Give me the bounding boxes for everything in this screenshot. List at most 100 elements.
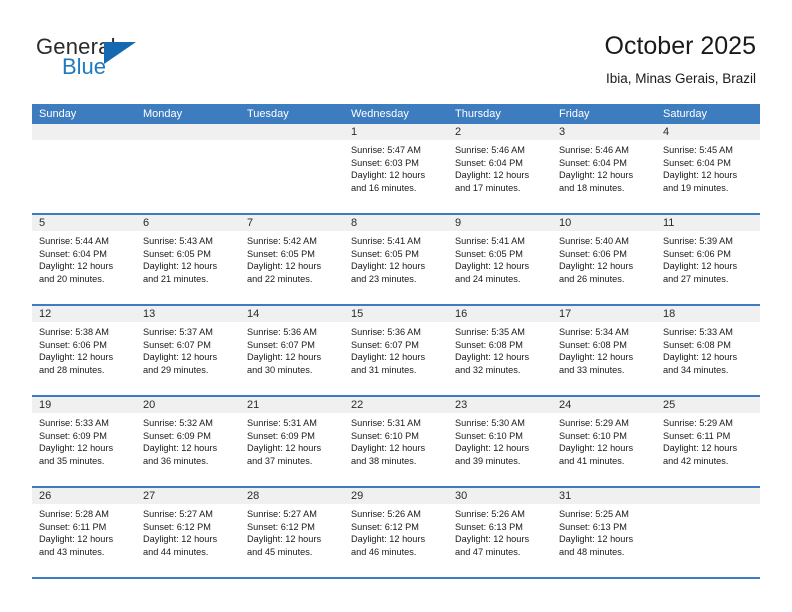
day-details: Sunrise: 5:27 AM Sunset: 6:12 PM Daylight:… [240, 504, 344, 558]
calendar-day-cell[interactable]: 26 Sunrise: 5:28 AM Sunset: 6:11 PM Dayligh… [32, 488, 136, 577]
daylight-duration-line1: Daylight: 12 hours [455, 534, 530, 545]
calendar-day-cell[interactable]: 2 Sunrise: 5:46 AM Sunset: 6:04 PM Daylight… [448, 124, 552, 213]
day-number: 12 [32, 306, 136, 322]
day-number: 7 [240, 215, 344, 231]
calendar-day-cell[interactable]: 14 Sunrise: 5:36 AM Sunset: 6:07 PM Dayligh… [240, 306, 344, 395]
daylight-duration-line2: and 28 minutes. [39, 364, 105, 375]
day-number: 20 [136, 397, 240, 413]
sunrise-time: Sunrise: 5:40 AM [559, 236, 629, 246]
calendar-day-cell[interactable]: 6 Sunrise: 5:43 AM Sunset: 6:05 PM Daylight… [136, 215, 240, 304]
sunset-time: Sunset: 6:05 PM [247, 248, 315, 259]
calendar-day-cell[interactable]: 1 Sunrise: 5:47 AM Sunset: 6:03 PM Daylight… [344, 124, 448, 213]
day-number: 28 [240, 488, 344, 504]
day-details: Sunrise: 5:46 AM Sunset: 6:04 PM Daylight:… [552, 140, 656, 194]
sunset-time: Sunset: 6:09 PM [39, 430, 107, 441]
daylight-duration-line1: Daylight: 12 hours [351, 261, 426, 272]
calendar-day-cell[interactable]: 16 Sunrise: 5:35 AM Sunset: 6:08 PM Dayligh… [448, 306, 552, 395]
calendar-day-cell[interactable]: 4 Sunrise: 5:45 AM Sunset: 6:04 PM Daylight… [656, 124, 760, 213]
daylight-duration-line1: Daylight: 12 hours [559, 534, 634, 545]
daylight-duration-line1: Daylight: 12 hours [663, 352, 738, 363]
calendar-cell-empty [656, 488, 760, 577]
daylight-duration-line1: Daylight: 12 hours [39, 443, 114, 454]
calendar-day-cell[interactable]: 17 Sunrise: 5:34 AM Sunset: 6:08 PM Dayligh… [552, 306, 656, 395]
day-details [656, 504, 760, 508]
daylight-duration-line1: Daylight: 12 hours [247, 443, 322, 454]
calendar-day-cell[interactable]: 21 Sunrise: 5:31 AM Sunset: 6:09 PM Dayligh… [240, 397, 344, 486]
calendar-day-cell[interactable]: 30 Sunrise: 5:26 AM Sunset: 6:13 PM Dayligh… [448, 488, 552, 577]
calendar-day-cell[interactable]: 25 Sunrise: 5:29 AM Sunset: 6:11 PM Dayligh… [656, 397, 760, 486]
day-number: 10 [552, 215, 656, 231]
calendar-day-cell[interactable]: 23 Sunrise: 5:30 AM Sunset: 6:10 PM Dayligh… [448, 397, 552, 486]
calendar-day-cell[interactable]: 18 Sunrise: 5:33 AM Sunset: 6:08 PM Dayligh… [656, 306, 760, 395]
calendar-week-row: 19 Sunrise: 5:33 AM Sunset: 6:09 PM Dayligh… [32, 397, 760, 488]
calendar-day-cell[interactable]: 5 Sunrise: 5:44 AM Sunset: 6:04 PM Daylight… [32, 215, 136, 304]
daylight-duration-line1: Daylight: 12 hours [559, 352, 634, 363]
sunrise-time: Sunrise: 5:29 AM [663, 418, 733, 428]
sunset-time: Sunset: 6:09 PM [247, 430, 315, 441]
sunrise-time: Sunrise: 5:30 AM [455, 418, 525, 428]
daylight-duration-line1: Daylight: 12 hours [143, 534, 218, 545]
daylight-duration-line1: Daylight: 12 hours [143, 443, 218, 454]
calendar-day-cell[interactable]: 15 Sunrise: 5:36 AM Sunset: 6:07 PM Dayligh… [344, 306, 448, 395]
daylight-duration-line2: and 33 minutes. [559, 364, 625, 375]
sunset-time: Sunset: 6:08 PM [455, 339, 523, 350]
weekday-header-wednesday: Wednesday [351, 108, 409, 120]
sunset-time: Sunset: 6:07 PM [247, 339, 315, 350]
day-details: Sunrise: 5:38 AM Sunset: 6:06 PM Daylight:… [32, 322, 136, 376]
sunrise-time: Sunrise: 5:35 AM [455, 327, 525, 337]
day-number [32, 124, 136, 140]
day-details: Sunrise: 5:26 AM Sunset: 6:13 PM Daylight:… [448, 504, 552, 558]
calendar-day-cell[interactable]: 29 Sunrise: 5:26 AM Sunset: 6:12 PM Dayligh… [344, 488, 448, 577]
calendar-day-cell[interactable]: 8 Sunrise: 5:41 AM Sunset: 6:05 PM Daylight… [344, 215, 448, 304]
calendar-day-cell[interactable]: 31 Sunrise: 5:25 AM Sunset: 6:13 PM Dayligh… [552, 488, 656, 577]
calendar-day-cell[interactable]: 3 Sunrise: 5:46 AM Sunset: 6:04 PM Daylight… [552, 124, 656, 213]
title-block: October 2025 Ibia, Minas Gerais, Brazil [605, 32, 757, 86]
day-details: Sunrise: 5:41 AM Sunset: 6:05 PM Daylight:… [344, 231, 448, 285]
calendar-day-cell[interactable]: 19 Sunrise: 5:33 AM Sunset: 6:09 PM Dayligh… [32, 397, 136, 486]
calendar-day-cell[interactable]: 28 Sunrise: 5:27 AM Sunset: 6:12 PM Dayligh… [240, 488, 344, 577]
day-number: 30 [448, 488, 552, 504]
day-details: Sunrise: 5:44 AM Sunset: 6:04 PM Daylight:… [32, 231, 136, 285]
calendar-day-cell[interactable]: 13 Sunrise: 5:37 AM Sunset: 6:07 PM Dayligh… [136, 306, 240, 395]
calendar-day-cell[interactable]: 22 Sunrise: 5:31 AM Sunset: 6:10 PM Dayligh… [344, 397, 448, 486]
day-details: Sunrise: 5:42 AM Sunset: 6:05 PM Daylight:… [240, 231, 344, 285]
calendar-day-cell[interactable]: 12 Sunrise: 5:38 AM Sunset: 6:06 PM Dayligh… [32, 306, 136, 395]
day-number: 17 [552, 306, 656, 322]
weekday-header-tuesday: Tuesday [247, 108, 289, 120]
daylight-duration-line2: and 38 minutes. [351, 455, 417, 466]
daylight-duration-line2: and 39 minutes. [455, 455, 521, 466]
day-details: Sunrise: 5:35 AM Sunset: 6:08 PM Daylight:… [448, 322, 552, 376]
page-title: October 2025 [604, 32, 757, 60]
day-number [136, 124, 240, 140]
calendar-day-cell[interactable]: 27 Sunrise: 5:27 AM Sunset: 6:12 PM Dayligh… [136, 488, 240, 577]
calendar-day-cell[interactable]: 10 Sunrise: 5:40 AM Sunset: 6:06 PM Dayligh… [552, 215, 656, 304]
day-number: 24 [552, 397, 656, 413]
day-details: Sunrise: 5:29 AM Sunset: 6:11 PM Daylight:… [656, 413, 760, 467]
daylight-duration-line1: Daylight: 12 hours [39, 534, 114, 545]
day-number: 19 [32, 397, 136, 413]
sunrise-time: Sunrise: 5:31 AM [247, 418, 317, 428]
day-details: Sunrise: 5:46 AM Sunset: 6:04 PM Daylight:… [448, 140, 552, 194]
calendar-day-cell[interactable]: 20 Sunrise: 5:32 AM Sunset: 6:09 PM Dayligh… [136, 397, 240, 486]
sunset-time: Sunset: 6:06 PM [39, 339, 107, 350]
daylight-duration-line2: and 48 minutes. [559, 546, 625, 557]
calendar-day-cell[interactable]: 9 Sunrise: 5:41 AM Sunset: 6:05 PM Daylight… [448, 215, 552, 304]
day-details: Sunrise: 5:31 AM Sunset: 6:10 PM Daylight:… [344, 413, 448, 467]
calendar-day-cell[interactable]: 11 Sunrise: 5:39 AM Sunset: 6:06 PM Dayligh… [656, 215, 760, 304]
daylight-duration-line2: and 17 minutes. [455, 182, 521, 193]
sunset-time: Sunset: 6:12 PM [247, 521, 315, 532]
general-blue-logo[interactable]: General Blue [36, 36, 176, 88]
day-number [656, 488, 760, 504]
weekday-header-saturday: Saturday [663, 108, 708, 120]
daylight-duration-line2: and 21 minutes. [143, 273, 209, 284]
daylight-duration-line1: Daylight: 12 hours [663, 261, 738, 272]
day-details: Sunrise: 5:27 AM Sunset: 6:12 PM Daylight:… [136, 504, 240, 558]
sunset-time: Sunset: 6:08 PM [559, 339, 627, 350]
daylight-duration-line2: and 43 minutes. [39, 546, 105, 557]
day-details: Sunrise: 5:29 AM Sunset: 6:10 PM Daylight:… [552, 413, 656, 467]
sunset-time: Sunset: 6:05 PM [143, 248, 211, 259]
calendar-day-cell[interactable]: 24 Sunrise: 5:29 AM Sunset: 6:10 PM Dayligh… [552, 397, 656, 486]
weekday-header-friday: Friday [559, 108, 590, 120]
calendar-day-cell[interactable]: 7 Sunrise: 5:42 AM Sunset: 6:05 PM Daylight… [240, 215, 344, 304]
daylight-duration-line2: and 16 minutes. [351, 182, 417, 193]
